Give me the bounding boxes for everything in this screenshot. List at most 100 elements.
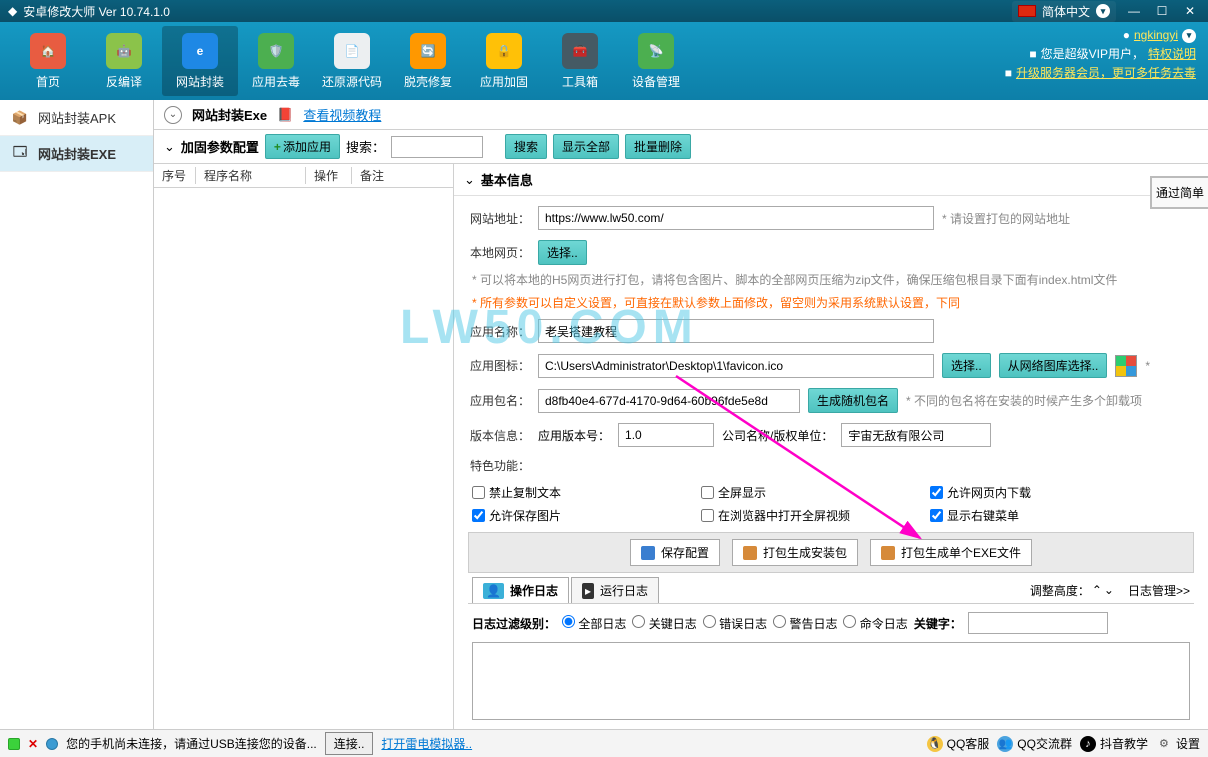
book-icon: 📕	[277, 107, 293, 123]
exe-icon: 🗔	[10, 144, 30, 164]
local-hint: * 可以将本地的H5网页进行打包，请将包含图片、脚本的全部网页压缩为zip文件，…	[472, 271, 1194, 288]
ver-sub-label: 应用版本号：	[538, 427, 610, 444]
qq-service-link[interactable]: 🐧QQ客服	[927, 735, 990, 752]
toolbar-antivirus[interactable]: 🛡️ 应用去毒	[238, 26, 314, 96]
language-selector[interactable]: 简体中文 ▾	[1012, 1, 1116, 22]
emulator-link[interactable]: 打开雷电模拟器..	[381, 735, 472, 752]
app-name-input[interactable]	[538, 319, 934, 343]
feat-context-menu[interactable]: 显示右键菜单	[930, 507, 1031, 524]
feat-save-img[interactable]: 允许保存图片	[472, 507, 561, 524]
led-green-icon	[8, 738, 20, 750]
main-toolbar: 🏠 首页 🤖 反编译 e 网站封装 🛡️ 应用去毒 📄 还原源代码 🔄 脱壳修复…	[0, 22, 1208, 100]
url-label: 网站地址：	[468, 210, 530, 227]
toolbar-restore-source[interactable]: 📄 还原源代码	[314, 26, 390, 96]
company-label: 公司名称/版权单位：	[722, 427, 833, 444]
home-icon: 🏠	[30, 33, 66, 69]
qq-group-link[interactable]: 👥QQ交流群	[997, 735, 1072, 752]
batch-delete-button[interactable]: 批量删除	[625, 134, 691, 159]
radar-icon: 📡	[638, 33, 674, 69]
collapse-icon[interactable]: ⌄	[164, 106, 182, 124]
feat-allow-download[interactable]: 允许网页内下载	[930, 484, 1031, 501]
android-icon: 🤖	[106, 33, 142, 69]
sidebar-item-exe[interactable]: 🗔 网站封装EXE	[0, 136, 153, 172]
collapse-icon[interactable]: ⌄	[464, 172, 475, 188]
douyin-link[interactable]: ♪抖音教学	[1080, 735, 1148, 752]
icon-label: 应用图标：	[468, 357, 530, 374]
url-input[interactable]	[538, 206, 934, 230]
collapse-icon[interactable]: ⌄	[164, 139, 175, 155]
log-level-warn[interactable]: 警告日志	[773, 615, 837, 632]
action-bar: 保存配置 打包生成安装包 打包生成单个EXE文件	[468, 532, 1194, 573]
connect-button[interactable]: 连接..	[325, 732, 374, 755]
favicon-preview	[1115, 355, 1137, 377]
upgrade-link[interactable]: 升级服务器会员，更可多任务去毒	[1016, 64, 1196, 83]
toolbar-web-package[interactable]: e 网站封装	[162, 26, 238, 96]
username-link[interactable]: ngkingyi	[1134, 26, 1178, 45]
height-down-button[interactable]: ⌄	[1104, 583, 1114, 597]
close-button[interactable]: ✕	[1180, 3, 1200, 19]
log-level-key[interactable]: 关键日志	[632, 615, 696, 632]
feat-browser-video[interactable]: 在浏览器中打开全屏视频	[701, 507, 850, 524]
search-button[interactable]: 搜索	[505, 134, 547, 159]
keyword-input[interactable]	[968, 612, 1108, 634]
toolbar-unpack-fix[interactable]: 🔄 脱壳修复	[390, 26, 466, 96]
x-icon: ✕	[28, 737, 38, 751]
maximize-button[interactable]: ☐	[1152, 3, 1172, 19]
local-label: 本地网页：	[468, 244, 530, 261]
log-level-cmd[interactable]: 命令日志	[843, 615, 907, 632]
pkg-hint: * 不同的包名将在安装的时候产生多个卸载项	[906, 392, 1142, 409]
log-tab-run[interactable]: ▸运行日志	[571, 577, 659, 603]
icon-select-button[interactable]: 选择..	[942, 353, 991, 378]
sidebar: 📦 网站封装APK 🗔 网站封装EXE	[0, 100, 154, 729]
version-input[interactable]	[618, 423, 714, 447]
vip-privilege-link[interactable]: 特权说明	[1148, 45, 1196, 64]
settings-link[interactable]: ⚙设置	[1156, 735, 1200, 752]
group-icon: 👥	[997, 736, 1013, 752]
select-local-button[interactable]: 选择..	[538, 240, 587, 265]
height-up-button[interactable]: ⌃	[1092, 583, 1102, 597]
show-all-button[interactable]: 显示全部	[553, 134, 619, 159]
log-level-error[interactable]: 错误日志	[703, 615, 767, 632]
tutorial-link[interactable]: 查看视频教程	[303, 105, 381, 124]
log-filter-label: 日志过滤级别：	[472, 615, 556, 632]
chevron-down-icon[interactable]: ▾	[1182, 29, 1196, 43]
status-bar: ✕ 您的手机尚未连接，请通过USB连接您的设备... 连接.. 打开雷电模拟器.…	[0, 729, 1208, 757]
qq-icon: 🐧	[927, 736, 943, 752]
add-app-button[interactable]: 添加应用	[265, 134, 340, 159]
build-exe-button[interactable]: 打包生成单个EXE文件	[870, 539, 1032, 566]
toolbar-decompile[interactable]: 🤖 反编译	[86, 26, 162, 96]
main-panel: ⌄ 网站封装Exe 📕 查看视频教程 ⌄ 加固参数配置 添加应用 搜索： 搜索 …	[154, 100, 1208, 729]
save-config-button[interactable]: 保存配置	[630, 539, 720, 566]
log-height-label: 调整高度：	[1030, 582, 1090, 599]
icon-net-button[interactable]: 从网络图库选择..	[999, 353, 1108, 378]
sidebar-item-apk[interactable]: 📦 网站封装APK	[0, 100, 153, 136]
toolbar-toolbox[interactable]: 🧰 工具箱	[542, 26, 618, 96]
log-output	[472, 642, 1190, 720]
package-icon	[743, 546, 757, 560]
feat-fullscreen[interactable]: 全屏显示	[701, 484, 850, 501]
toolbar-home[interactable]: 🏠 首页	[10, 26, 86, 96]
refresh-icon: 🔄	[410, 33, 446, 69]
detail-panel: ⌄ 基本信息 网站地址： * 请设置打包的网站地址 本地网页： 选择.. * 可…	[454, 164, 1208, 729]
log-level-all[interactable]: 全部日志	[562, 615, 626, 632]
side-pass-button[interactable]: 通过简单	[1150, 176, 1208, 209]
feat-no-copy[interactable]: 禁止复制文本	[472, 484, 561, 501]
icon-path-input[interactable]	[538, 354, 934, 378]
log-mgmt-link[interactable]: 日志管理>>	[1128, 582, 1190, 599]
toolbar-reinforce[interactable]: 🔒 应用加固	[466, 26, 542, 96]
user-info-panel: ●ngkingyi▾ ■您是超级VIP用户，特权说明 ■升级服务器会员，更可多任…	[1005, 26, 1196, 84]
lock-icon: 🔒	[486, 33, 522, 69]
chevron-down-icon: ▾	[1096, 4, 1110, 18]
log-tab-operation[interactable]: 👤操作日志	[472, 577, 569, 603]
document-icon: 📄	[334, 33, 370, 69]
company-input[interactable]	[841, 423, 991, 447]
toolbar-device-manage[interactable]: 📡 设备管理	[618, 26, 694, 96]
gen-pkg-button[interactable]: 生成随机包名	[808, 388, 898, 413]
apk-icon: 📦	[10, 108, 30, 128]
search-input[interactable]	[391, 136, 483, 158]
toolbox-icon: 🧰	[562, 33, 598, 69]
minimize-button[interactable]: —	[1124, 3, 1144, 19]
pkg-input[interactable]	[538, 389, 800, 413]
build-installer-button[interactable]: 打包生成安装包	[732, 539, 858, 566]
ie-icon: e	[182, 33, 218, 69]
